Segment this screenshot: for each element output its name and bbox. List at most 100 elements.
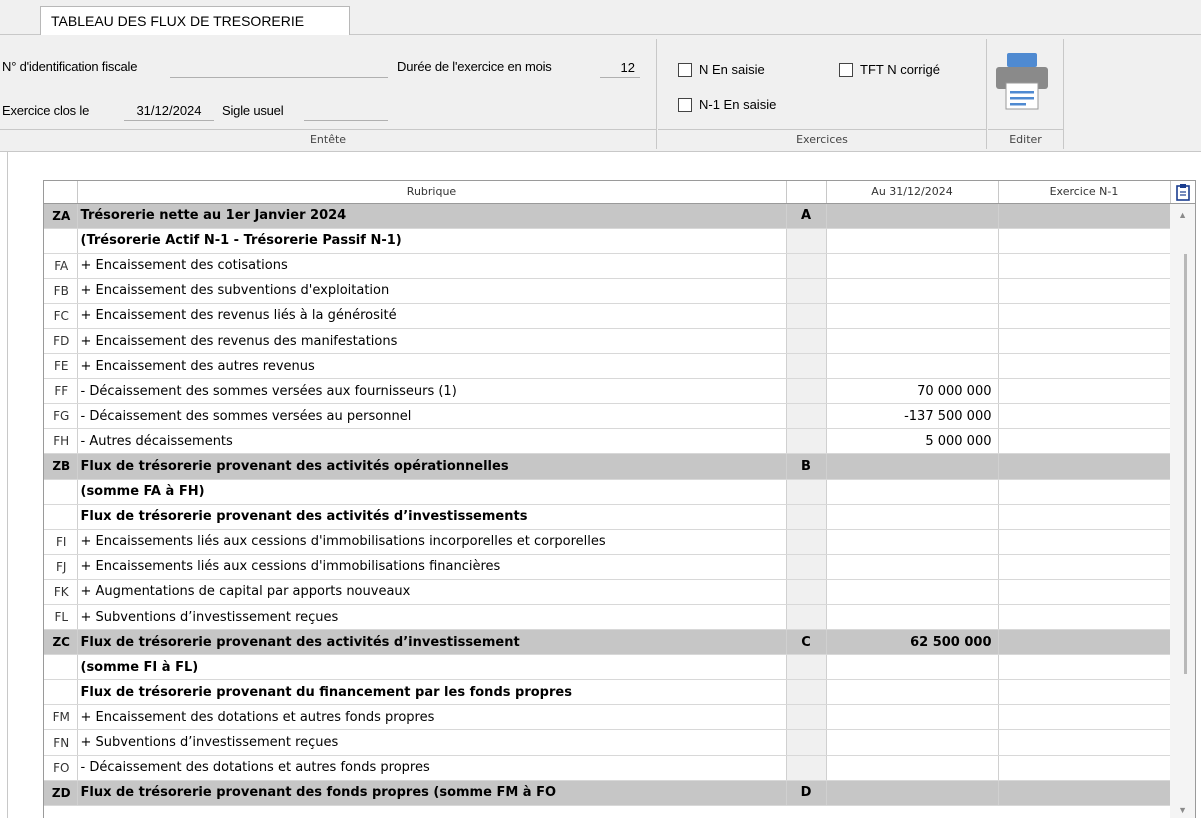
exercice-field[interactable]: 31/12/2024 — [124, 99, 214, 121]
table-row[interactable]: FA + Encaissement des cotisations — [44, 253, 1195, 279]
row-value-n[interactable] — [826, 253, 999, 279]
row-value-n[interactable] — [826, 353, 999, 380]
table-row[interactable]: ZC Flux de trésorerie provenant des activ… — [44, 629, 1195, 656]
row-ref — [786, 704, 827, 731]
tab-strip: TABLEAU DES FLUX DE TRESORERIE — [0, 0, 1201, 36]
table-row[interactable]: FJ + Encaissements liés aux cessions d'im… — [44, 554, 1195, 580]
row-value-n1[interactable] — [998, 428, 1171, 455]
row-value-n[interactable]: 62 500 000 — [826, 629, 999, 656]
clipboard-icon[interactable] — [1176, 183, 1190, 201]
col-rubrique-header[interactable]: Rubrique — [77, 181, 787, 204]
sigle-field[interactable] — [304, 99, 388, 121]
row-value-n[interactable] — [826, 479, 999, 505]
table-row[interactable]: ZA Trésorerie nette au 1er Janvier 2024 A — [44, 203, 1195, 229]
print-button[interactable] — [992, 45, 1052, 117]
grid-body: ZA Trésorerie nette au 1er Janvier 2024 A(… — [44, 203, 1195, 806]
row-value-n[interactable]: -137 500 000 — [826, 403, 999, 430]
table-row[interactable]: FO - Décaissement des dotations et autres… — [44, 755, 1195, 781]
row-value-n[interactable] — [826, 529, 999, 555]
row-value-n[interactable]: 70 000 000 — [826, 378, 999, 405]
table-row[interactable]: FG - Décaissement des sommes versées au p… — [44, 403, 1195, 430]
n-saisie-checkbox[interactable]: N En saisie — [678, 62, 765, 77]
table-row[interactable]: FK + Augmentations de capital par apports… — [44, 579, 1195, 606]
duree-field[interactable]: 12 — [600, 56, 640, 78]
table-row[interactable]: FM + Encaissement des dotations et autres… — [44, 704, 1195, 731]
n1-saisie-checkbox[interactable]: N-1 En saisie — [678, 97, 776, 112]
row-code — [44, 679, 78, 706]
row-value-n[interactable] — [826, 579, 999, 606]
row-value-n[interactable] — [826, 203, 999, 229]
scroll-up-arrow-icon[interactable]: ▲ — [1178, 210, 1187, 220]
row-value-n1[interactable] — [998, 529, 1171, 555]
row-value-n[interactable] — [826, 228, 999, 254]
table-row[interactable]: FB + Encaissement des subventions d'explo… — [44, 278, 1195, 304]
table-row[interactable]: FE + Encaissement des autres revenus — [44, 353, 1195, 380]
row-value-n[interactable] — [826, 679, 999, 706]
row-value-n[interactable] — [826, 278, 999, 304]
table-row[interactable]: (Trésorerie Actif N-1 - Trésorerie Passi… — [44, 228, 1195, 254]
row-value-n[interactable] — [826, 504, 999, 530]
col-n-header[interactable]: Au 31/12/2024 — [826, 181, 999, 204]
row-value-n1[interactable] — [998, 504, 1171, 530]
row-value-n1[interactable] — [998, 328, 1171, 355]
row-value-n1[interactable] — [998, 403, 1171, 430]
row-value-n1[interactable] — [998, 554, 1171, 580]
table-row[interactable]: FC + Encaissement des revenus liés à la g… — [44, 303, 1195, 329]
row-value-n1[interactable] — [998, 654, 1171, 681]
row-value-n1[interactable] — [998, 278, 1171, 304]
table-row[interactable]: FL + Subventions d’investissement reçues — [44, 604, 1195, 631]
editer-panel: Editer — [988, 39, 1064, 149]
table-row[interactable]: (somme FI à FL) — [44, 654, 1195, 681]
table-row[interactable]: Flux de trésorerie provenant du financem… — [44, 679, 1195, 706]
row-value-n1[interactable] — [998, 704, 1171, 731]
row-value-n1[interactable] — [998, 203, 1171, 229]
row-value-n[interactable] — [826, 604, 999, 631]
table-row[interactable]: FI + Encaissements liés aux cessions d'im… — [44, 529, 1195, 555]
row-value-n[interactable] — [826, 303, 999, 329]
row-value-n1[interactable] — [998, 604, 1171, 631]
tab-tableau-flux[interactable]: TABLEAU DES FLUX DE TRESORERIE — [40, 6, 350, 36]
row-label: - Autres décaissements — [77, 428, 787, 455]
row-value-n[interactable] — [826, 328, 999, 355]
tft-corrige-checkbox[interactable]: TFT N corrigé — [839, 62, 940, 77]
row-value-n[interactable] — [826, 729, 999, 756]
row-value-n1[interactable] — [998, 579, 1171, 606]
table-row[interactable]: FD + Encaissement des revenus des manifes… — [44, 328, 1195, 355]
row-value-n[interactable] — [826, 755, 999, 781]
id-fiscal-field[interactable] — [170, 56, 388, 78]
row-value-n1[interactable] — [998, 679, 1171, 706]
row-value-n1[interactable] — [998, 729, 1171, 756]
n1-saisie-box[interactable] — [678, 97, 692, 112]
scroll-thumb[interactable] — [1184, 254, 1187, 674]
row-value-n[interactable] — [826, 780, 999, 806]
row-value-n1[interactable] — [998, 228, 1171, 254]
row-value-n1[interactable] — [998, 453, 1171, 480]
tft-corrige-label: TFT N corrigé — [860, 62, 940, 77]
scroll-down-arrow-icon[interactable]: ▼ — [1178, 805, 1187, 815]
row-value-n1[interactable] — [998, 780, 1171, 806]
vertical-scrollbar[interactable]: ▲ ▼ — [1170, 204, 1195, 818]
table-row[interactable]: (somme FA à FH) — [44, 479, 1195, 505]
table-row[interactable]: FN + Subventions d’investissement reçues — [44, 729, 1195, 756]
row-value-n1[interactable] — [998, 479, 1171, 505]
tft-corrige-box[interactable] — [839, 62, 853, 77]
n-saisie-box[interactable] — [678, 62, 692, 77]
col-n1-header[interactable]: Exercice N-1 — [998, 181, 1171, 204]
row-value-n[interactable] — [826, 453, 999, 480]
table-row[interactable]: FH - Autres décaissements 5 000 000 — [44, 428, 1195, 455]
table-row[interactable]: ZD Flux de trésorerie provenant des fonds… — [44, 780, 1195, 806]
row-value-n1[interactable] — [998, 303, 1171, 329]
row-value-n[interactable] — [826, 654, 999, 681]
row-value-n1[interactable] — [998, 755, 1171, 781]
row-value-n1[interactable] — [998, 353, 1171, 380]
table-row[interactable]: ZB Flux de trésorerie provenant des activ… — [44, 453, 1195, 480]
row-value-n[interactable] — [826, 704, 999, 731]
row-value-n[interactable]: 5 000 000 — [826, 428, 999, 455]
row-value-n1[interactable] — [998, 253, 1171, 279]
table-row[interactable]: Flux de trésorerie provenant des activit… — [44, 504, 1195, 530]
row-ref — [786, 228, 827, 254]
row-value-n1[interactable] — [998, 629, 1171, 656]
row-value-n1[interactable] — [998, 378, 1171, 405]
row-value-n[interactable] — [826, 554, 999, 580]
table-row[interactable]: FF - Décaissement des sommes versées aux … — [44, 378, 1195, 405]
